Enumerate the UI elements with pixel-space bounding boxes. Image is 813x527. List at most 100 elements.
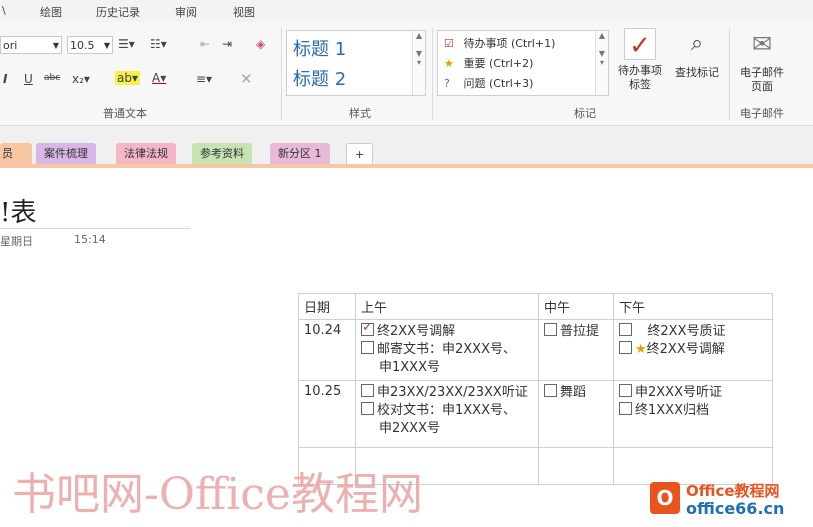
todo-text: 申1XXX号 [379,360,440,375]
todo-text: 邮寄文书：申2XXX号、 [377,342,516,357]
gallery-scrollbar[interactable]: ▲ ▼ ▾ [595,31,608,95]
bullet-list-icon[interactable]: ☰▾ [118,37,135,51]
tab-section-active[interactable]: 员 [0,143,32,165]
decrease-indent-icon[interactable]: ⇤ [200,37,210,51]
todo-tag-button[interactable]: ✓ 待办事项 标签 [611,28,669,92]
tab-case-review[interactable]: 案件梳理 [36,143,96,165]
find-tags-button[interactable]: ⌕ 查找标记 [668,28,726,80]
checkbox-icon[interactable] [361,402,374,415]
close-icon[interactable]: ✕ [240,70,253,88]
morning-cell[interactable]: 申23XX/23XX/23XX听证 校对文书：申1XXX号、 申2XXX号 [355,380,539,448]
star-icon: ★ [635,342,647,357]
add-section-button[interactable]: + [346,143,374,165]
tab-label: 参考资料 [200,147,244,160]
checkbox-icon[interactable] [619,323,632,336]
todo-tag-label-line2: 标签 [629,78,651,91]
tab-references[interactable]: 参考资料 [192,143,252,165]
noon-cell[interactable]: 舞蹈 [538,380,614,448]
font-size-dropdown[interactable]: 10.5 ▼ [67,36,113,54]
todo-item-continuation: 申2XXX号 [361,420,533,438]
tag-todo[interactable]: ☑ 待办事项 (Ctrl+1) [444,35,555,51]
todo-text: 普拉提 [560,324,600,339]
header-noon: 中午 [538,293,614,320]
gallery-scrollbar[interactable]: ▲ ▼ ▾ [412,31,425,95]
todo-text: 终2XX号调解 [646,342,725,357]
ribbon: ori ▼ 10.5 ▼ ☰▾ ☷▾ ⇤ ⇥ ◈ I U abc x₂▾ ab▾… [0,22,813,126]
underline-icon[interactable]: U [24,72,33,86]
styles-gallery[interactable]: 标题 1 标题 2 ▲ ▼ ▾ [286,30,426,96]
active-section-bar [0,164,813,168]
email-page-label-line1: 电子邮件 [740,66,784,79]
email-page-button[interactable]: ✉ 电子邮件 页面 [733,28,791,94]
strikethrough-icon[interactable]: abc [44,73,60,83]
todo-item[interactable]: 终2XX号调解 [361,319,533,341]
todo-item[interactable]: 邮寄文书：申2XXX号、 [361,341,533,359]
checkbox-checked-icon[interactable] [361,319,374,337]
empty-cell[interactable] [538,447,614,485]
tag-question-label: 问题 (Ctrl+3) [463,77,534,90]
numbered-list-icon[interactable]: ☷▾ [150,37,167,51]
todo-item[interactable]: 申2XXX号听证 [619,384,767,402]
checkbox-icon[interactable] [544,384,557,397]
menu-item-history[interactable]: 历史记录 [96,4,140,20]
font-name-value: ori [3,39,18,52]
font-name-dropdown[interactable]: ori ▼ [0,36,62,54]
star-icon: ★ [444,57,454,70]
todo-tag-label-line1: 待办事项 [618,64,662,77]
todo-item[interactable]: 舞蹈 [544,384,608,402]
morning-cell[interactable]: 终2XX号调解 邮寄文书：申2XXX号、 申1XXX号 [355,319,539,381]
tab-new-section-1[interactable]: 新分区 1 [270,143,330,165]
envelope-icon: ✉ [751,30,773,58]
checkbox-icon[interactable] [619,384,632,397]
find-tags-label: 查找标记 [675,66,719,79]
todo-item[interactable]: 校对文书：申1XXX号、 [361,402,533,420]
noon-cell[interactable]: 普拉提 [538,319,614,381]
todo-item[interactable]: 终1XXX归档 [619,402,767,420]
row-date: 10.25 [298,380,356,448]
checkbox-icon[interactable] [619,341,632,354]
style-heading1[interactable]: 标题 1 [293,35,346,61]
tags-gallery[interactable]: ☑ 待办事项 (Ctrl+1) ★ 重要 (Ctrl+2) ? 问题 (Ctrl… [437,30,609,96]
todo-text: 申23XX/23XX/23XX听证 [377,385,528,400]
watermark-text: 书吧网-Office教程网 [12,469,423,520]
title-underline [0,228,190,229]
style-heading2[interactable]: 标题 2 [293,65,346,91]
question-icon: ? [444,77,450,90]
page-title[interactable]: !表 [0,192,36,229]
tag-question[interactable]: ? 问题 (Ctrl+3) [444,75,533,91]
row-date: 10.24 [298,319,356,381]
todo-item[interactable]: 普拉提 [544,323,608,341]
highlight-icon[interactable]: ab▾ [115,71,140,85]
todo-item[interactable]: ★终2XX号调解 [619,341,767,359]
italic-icon[interactable]: I [3,72,7,86]
checkbox-icon[interactable] [619,402,632,415]
plus-icon: + [355,148,365,161]
increase-indent-icon[interactable]: ⇥ [222,37,232,51]
todo-text: 终2XX号质证 [647,324,726,339]
clear-format-icon[interactable]: ◈ [256,37,265,51]
todo-item[interactable]: 申23XX/23XX/23XX听证 [361,384,533,402]
menu-item-partial[interactable]: \ [2,4,6,17]
todo-text: 终2XX号调解 [377,324,456,339]
tag-important[interactable]: ★ 重要 (Ctrl+2) [444,55,533,71]
afternoon-cell[interactable]: 申2XXX号听证 终1XXX归档 [613,380,773,448]
page-time: 15:14 [74,233,106,246]
todo-text: 校对文书：申1XXX号、 [377,403,516,418]
schedule-table[interactable]: 日期 上午 中午 下午 10.24 终2XX号调解 邮寄文书：申2XXX号、 申… [298,293,773,485]
font-color-icon[interactable]: A▾ [152,71,166,85]
basic-text-group-label: 普通文本 [103,107,147,120]
afternoon-cell[interactable]: 终2XX号质证 ★终2XX号调解 [613,319,773,381]
tab-label: 案件梳理 [44,147,88,160]
menu-item-draw[interactable]: 绘图 [40,4,62,20]
menu-item-review[interactable]: 审阅 [175,4,197,20]
tab-laws[interactable]: 法律法规 [116,143,176,165]
align-icon[interactable]: ≡▾ [196,72,212,86]
subscript-icon[interactable]: x₂▾ [72,72,90,86]
styles-group-label: 样式 [349,107,371,120]
menu-item-view[interactable]: 视图 [233,4,255,20]
checkbox-icon[interactable] [361,384,374,397]
chevron-down-icon: ▼ [52,41,59,50]
checkbox-icon[interactable] [361,341,374,354]
checkbox-icon[interactable] [544,323,557,336]
todo-item[interactable]: 终2XX号质证 [619,323,767,341]
